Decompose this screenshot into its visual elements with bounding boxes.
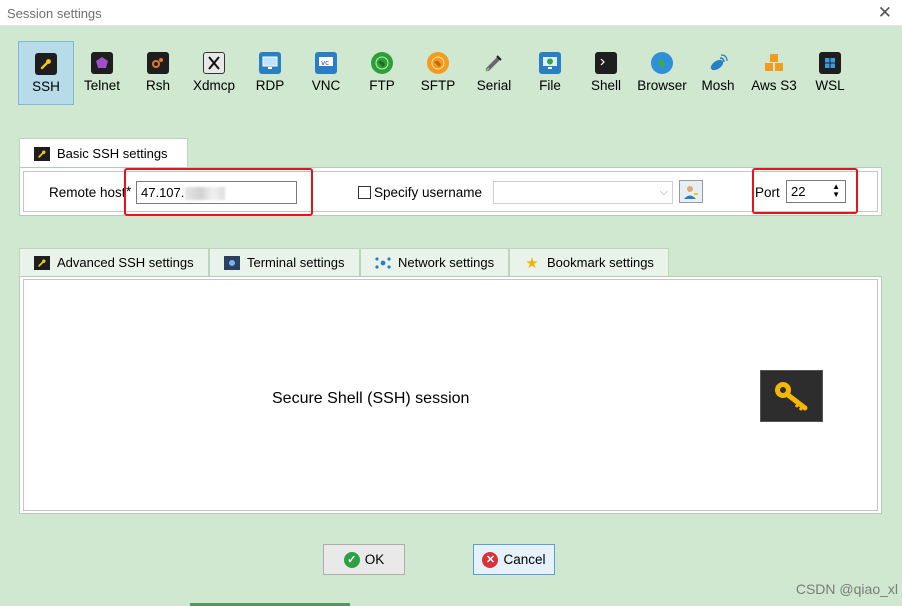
vnc-icon: vc [315, 52, 337, 74]
close-icon[interactable]: ✕ [878, 3, 892, 23]
session-type-aws-s3[interactable]: Aws S3 [746, 41, 802, 105]
session-type-file[interactable]: File [522, 41, 578, 105]
tab-advanced-ssh-settings[interactable]: Advanced SSH settings [19, 248, 209, 276]
session-type-serial[interactable]: Serial [466, 41, 522, 105]
check-icon: ✓ [343, 551, 360, 568]
spin-arrows-icon[interactable]: ▲ ▼ [832, 183, 840, 199]
title-bar: Session settings ✕ [0, 0, 902, 26]
aws-cubes-icon [763, 52, 785, 74]
rsh-icon [147, 52, 169, 74]
ftp-globe-icon [371, 52, 393, 74]
session-type-toolbar: SSH Telnet Rsh Xdmcp RDP vc VNC FTP SFTP… [18, 41, 858, 105]
terminal-icon [595, 52, 617, 74]
username-combo[interactable]: ⌵ [493, 181, 673, 204]
user-manager-button[interactable] [679, 180, 703, 203]
session-description: Secure Shell (SSH) session [272, 390, 470, 407]
sftp-globe-icon [427, 52, 449, 74]
session-type-ftp[interactable]: FTP [354, 41, 410, 105]
terminal-settings-icon [224, 255, 240, 270]
specify-username-checkbox[interactable] [358, 186, 371, 199]
dialog-body: SSH Telnet Rsh Xdmcp RDP vc VNC FTP SFTP… [0, 27, 902, 606]
basic-settings-panel: Remote host * 47.107. Specify username ⌵… [19, 167, 882, 216]
session-type-rsh[interactable]: Rsh [130, 41, 186, 105]
session-type-ssh[interactable]: SSH [18, 41, 74, 105]
session-type-telnet[interactable]: Telnet [74, 41, 130, 105]
file-monitor-icon [539, 52, 561, 74]
session-type-vnc[interactable]: vc VNC [298, 41, 354, 105]
session-type-browser[interactable]: Browser [634, 41, 690, 105]
port-stepper[interactable]: 22 ▲ ▼ [786, 180, 846, 203]
tab-bookmark-settings[interactable]: ★ Bookmark settings [509, 248, 669, 276]
session-type-shell[interactable]: Shell [578, 41, 634, 105]
tab-network-settings[interactable]: Network settings [360, 248, 509, 276]
tab-basic-ssh-settings[interactable]: Basic SSH settings [19, 138, 188, 168]
redacted-host [185, 187, 226, 201]
wrench-icon [34, 255, 50, 270]
wrench-icon [35, 53, 57, 75]
xdmcp-icon [203, 52, 225, 74]
telnet-icon [91, 52, 113, 74]
cancel-icon: ✕ [482, 551, 499, 568]
session-type-wsl[interactable]: WSL [802, 41, 858, 105]
port-label: Port [755, 185, 780, 200]
key-icon [760, 370, 823, 422]
network-icon [375, 256, 391, 270]
cancel-button[interactable]: ✕ Cancel [473, 544, 555, 575]
chevron-down-icon: ⌵ [659, 186, 668, 198]
session-type-xdmcp[interactable]: Xdmcp [186, 41, 242, 105]
remote-host-label: Remote host [49, 185, 126, 200]
remote-host-input[interactable]: 47.107. [136, 181, 297, 204]
session-type-mosh[interactable]: Mosh [690, 41, 746, 105]
specify-username-label: Specify username [374, 185, 483, 200]
tab-terminal-settings[interactable]: Terminal settings [209, 248, 360, 276]
tab-label: Basic SSH settings [57, 146, 168, 161]
session-type-sftp[interactable]: SFTP [410, 41, 466, 105]
ok-button[interactable]: ✓ OK [323, 544, 405, 575]
required-mark: * [126, 184, 132, 199]
svg-text:vc: vc [321, 59, 329, 67]
window-title: Session settings [7, 6, 102, 21]
wrench-icon [34, 146, 50, 161]
windows-icon [819, 52, 841, 74]
session-type-rdp[interactable]: RDP [242, 41, 298, 105]
browser-globe-icon [651, 52, 673, 74]
user-icon [684, 185, 698, 199]
settings-panel: Secure Shell (SSH) session [19, 276, 882, 514]
serial-plug-icon [483, 52, 505, 74]
star-icon: ★ [525, 254, 539, 272]
satellite-icon [707, 52, 729, 74]
rdp-icon [259, 52, 281, 74]
watermark: CSDN @qiao_xl [795, 581, 898, 597]
